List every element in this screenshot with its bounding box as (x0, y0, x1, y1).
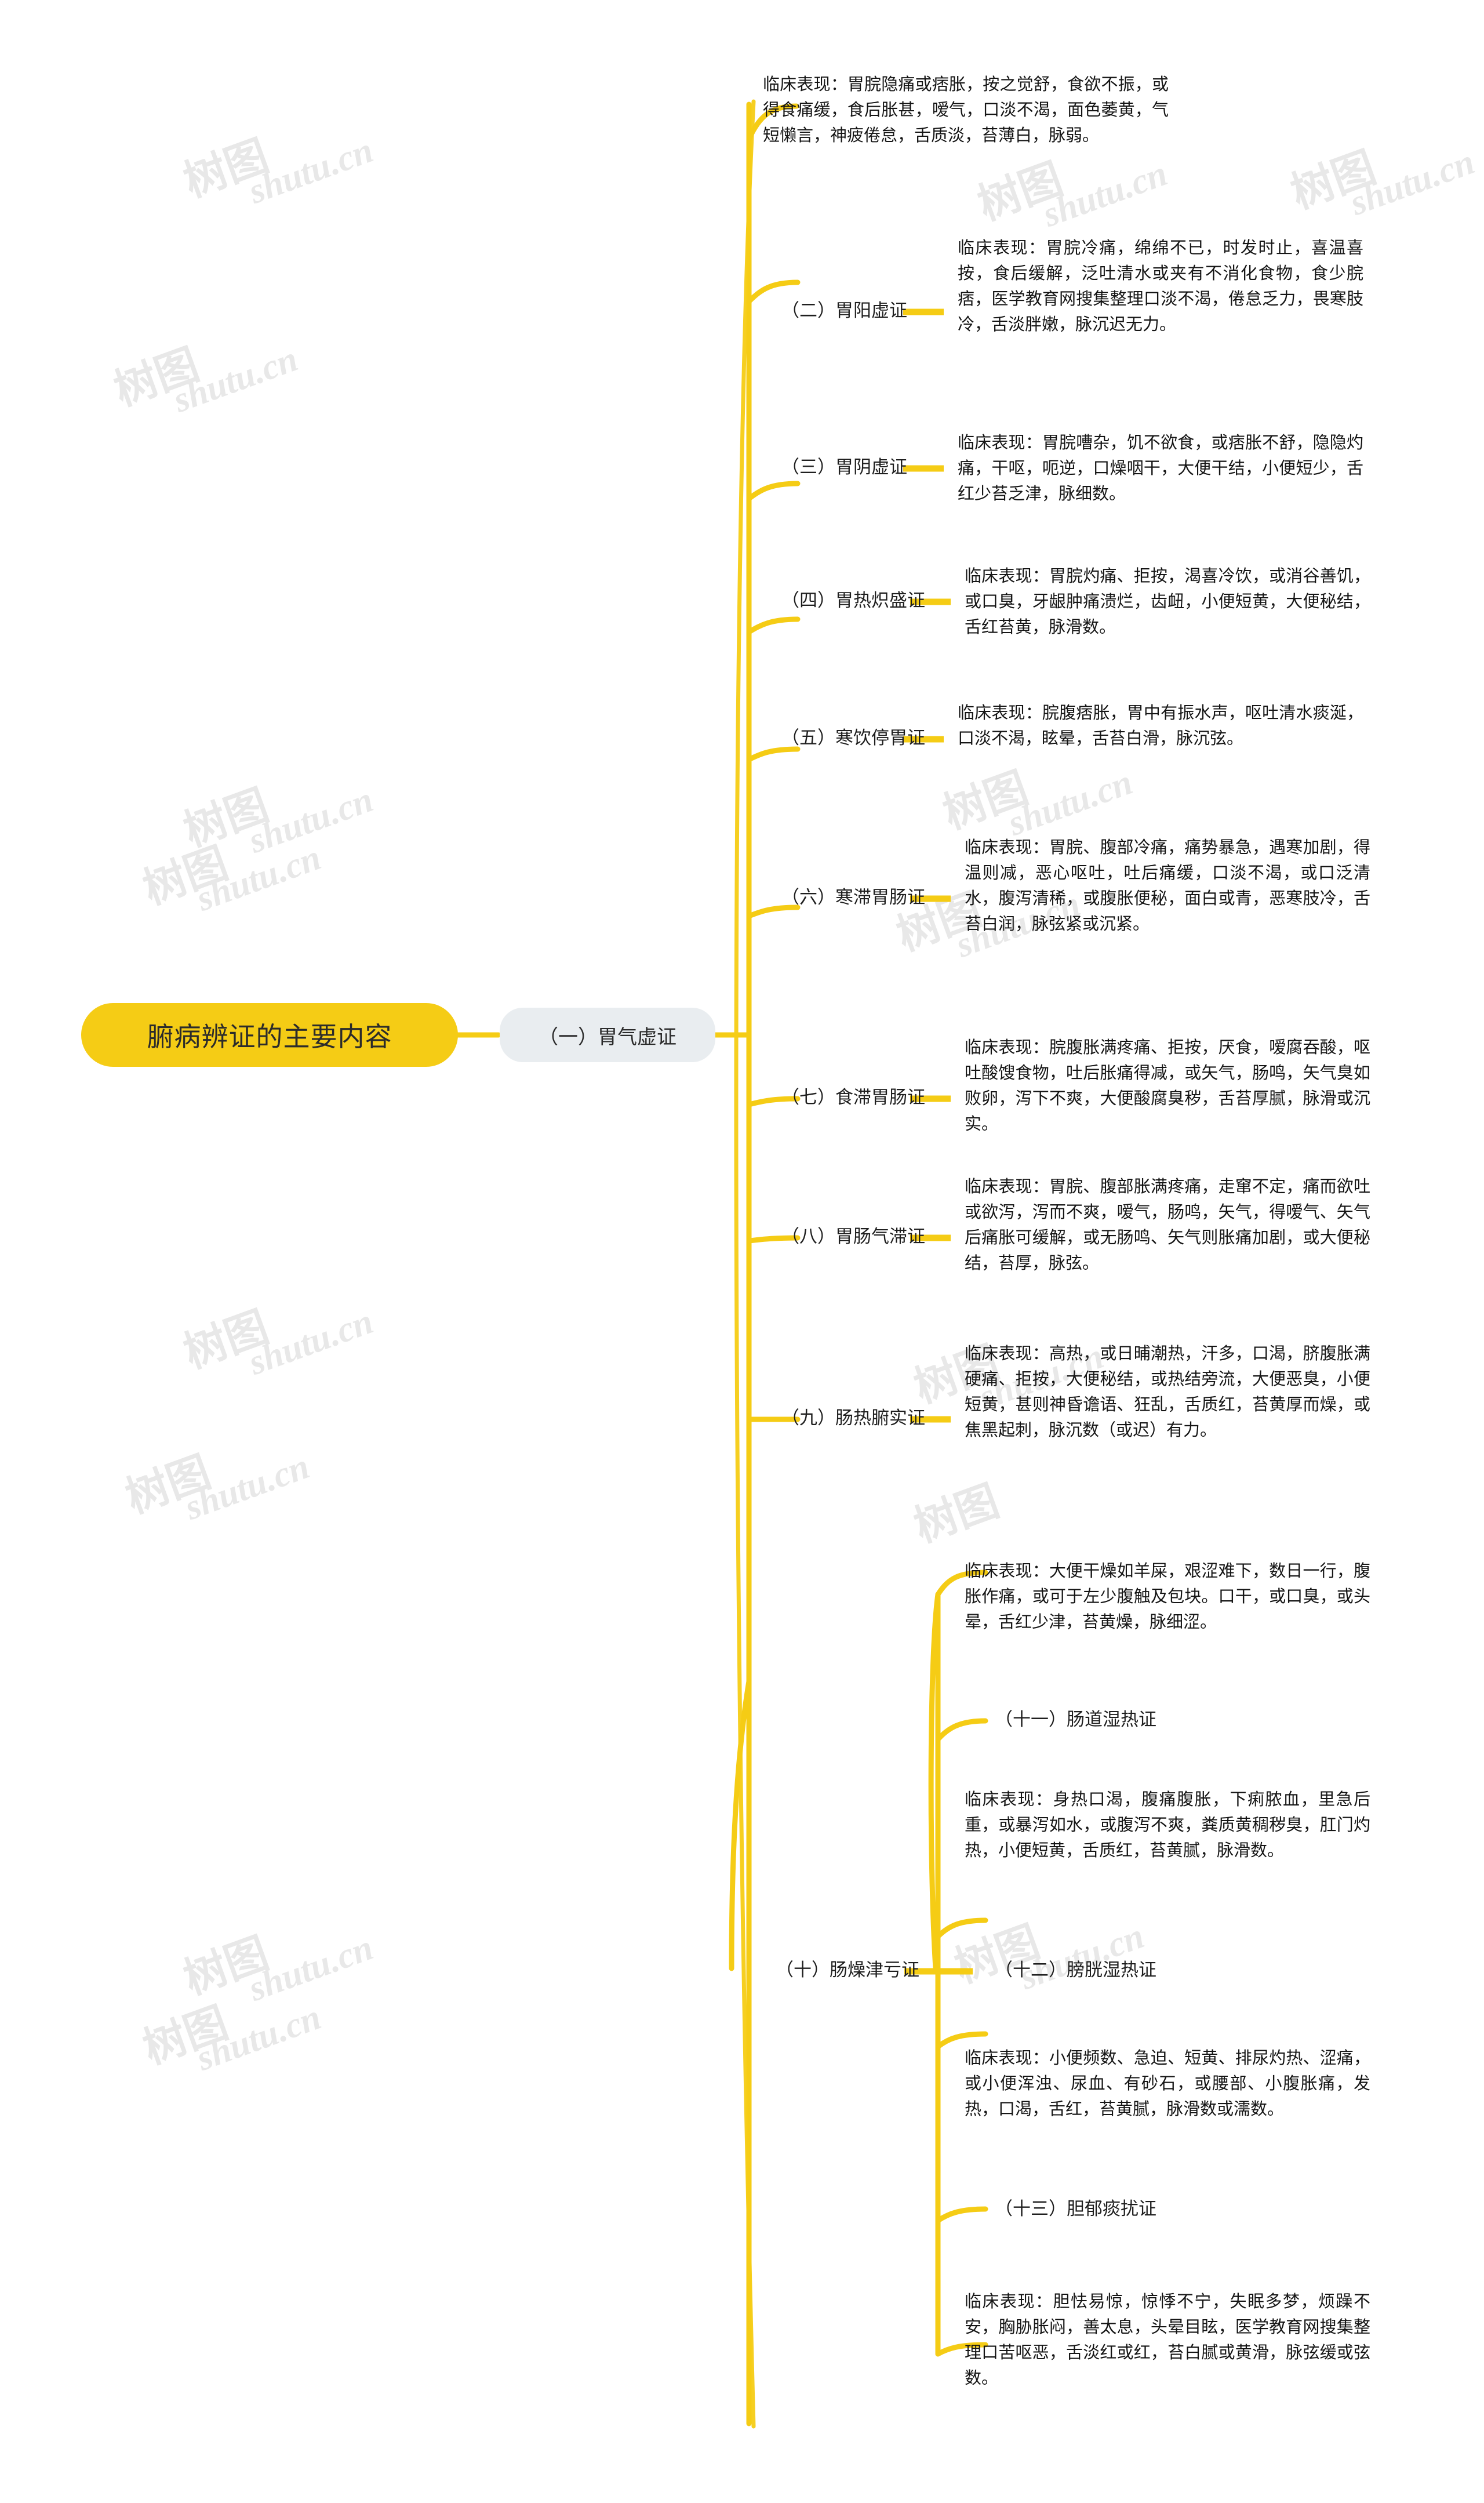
clinical-text-9: 临床表现：高热，或日晡潮热，汗多，口渴，脐腹胀满硬痛、拒按，大便秘结，或热结旁流… (965, 1345, 1370, 1440)
watermark: shutu.cn (1038, 153, 1173, 235)
clinical-text-11: 临床表现：身热口渴，腹痛腹胀，下痢脓血，里急后重，或暴泻如水，或腹泻不爽，粪质黄… (965, 1790, 1370, 1861)
clinical-text-13: 临床表现：胆怯易惊，惊悸不宁，失眠多梦，烦躁不安，胸胁胀闷，善太息，头晕目眩，医… (965, 2293, 1370, 2388)
clinical-text-3: 临床表现：胃脘嘈杂，饥不欲食，或痞胀不舒，隐隐灼痛，干呕，呃逆，口燥咽干，大便干… (958, 434, 1363, 504)
watermark: 树图 (119, 1448, 217, 1523)
clinical-text-2: 临床表现：胃脘冷痛，绵绵不已，时发时止，喜温喜按，食后缓解，泛吐清水或夹有不消化… (958, 239, 1363, 335)
watermark: shutu.cn (168, 339, 303, 420)
clinical-text-6: 临床表现：胃脘、腹部冷痛，痛势暴急，遇寒加剧，得温则减，恶心呕吐，吐后痛缓，口淡… (965, 838, 1370, 934)
mindmap-canvas: 树图 shutu.cn 树图 shutu.cn 树图 shutu.cn 树图 s… (0, 0, 1484, 2503)
branch-label-11[interactable]: （十一）肠道湿热证 (995, 1708, 1156, 1731)
level2-node-stomach-qi-deficiency[interactable]: （一）胃气虚证 (500, 1008, 715, 1062)
clinical-text-10: 临床表现：大便干燥如羊屎，艰涩难下，数日一行，腹胀作痛，或可于左少腹触及包块。口… (965, 1562, 1370, 1632)
branch-label-8[interactable]: （八）胃肠气滞证 (781, 1225, 925, 1248)
watermark: shutu.cn (180, 1446, 315, 1528)
watermark: 树图 (137, 840, 234, 914)
watermark: shutu.cn (243, 1301, 379, 1383)
branch-label-6[interactable]: （六）寒滞胃肠证 (781, 886, 925, 909)
watermark: shutu.cn (1014, 1916, 1150, 1997)
clinical-text-8: 临床表现：胃脘、腹部胀满疼痛，走窜不定，痛而欲吐或欲泻，泻而不爽，嗳气，肠鸣，矢… (965, 1178, 1370, 1273)
watermark: shutu.cn (243, 130, 379, 212)
branch-label-12[interactable]: （十二）膀胱湿热证 (995, 1959, 1156, 1982)
watermark: 树图 (137, 1999, 234, 2073)
watermark: shutu.cn (191, 1997, 326, 2079)
clinical-text-1: 临床表现：胃脘隐痛或痞胀，按之觉舒，食欲不振，或得食痛缓，食后胀甚，嗳气，口淡不… (763, 75, 1169, 146)
watermark: 树图 (177, 1930, 275, 2004)
watermark: 树图 (177, 782, 275, 856)
watermark: 树图 (177, 132, 275, 206)
watermark: 树图 (1285, 144, 1382, 218)
clinical-text-12: 临床表现：小便频数、急迫、短黄、排尿灼热、涩痛，或小便浑浊、尿血、有砂石，或腰部… (965, 2049, 1370, 2119)
branch-label-7[interactable]: （七）食滞胃肠证 (781, 1086, 925, 1109)
root-node-label: 腑病辨证的主要内容 (147, 1022, 392, 1052)
branch-label-3[interactable]: （三）胃阴虚证 (781, 456, 907, 479)
watermark: shutu.cn (1345, 141, 1480, 223)
branch-label-10[interactable]: （十）肠燥津亏证 (776, 1959, 919, 1982)
watermark: 树图 (108, 341, 205, 415)
watermark: 树图 (972, 155, 1069, 230)
watermark: shutu.cn (243, 779, 379, 861)
watermark: shutu.cn (191, 837, 326, 919)
watermark: 树图 (937, 764, 1034, 838)
watermark: shutu.cn (243, 1927, 379, 2009)
clinical-text-5: 临床表现：脘腹痞胀，胃中有振水声，呕吐清水痰涎，口淡不渴，眩晕，舌苔白滑，脉沉弦… (958, 704, 1363, 749)
watermark: shutu.cn (1003, 762, 1138, 844)
branch-label-4[interactable]: （四）胃热炽盛证 (781, 589, 925, 612)
watermark: 树图 (177, 1303, 275, 1378)
watermark: 树图 (908, 1477, 1005, 1552)
branch-label-5[interactable]: （五）寒饮停胃证 (781, 726, 925, 750)
clinical-text-7: 临床表现：脘腹胀满疼痛、拒按，厌食，嗳腐吞酸，呕吐酸馊食物，吐后胀痛得减，或矢气… (965, 1038, 1370, 1134)
branch-label-13[interactable]: （十三）胆郁痰扰证 (995, 2197, 1156, 2221)
level2-node-label: （一）胃气虚证 (539, 1026, 676, 1048)
clinical-text-4: 临床表现：胃脘灼痛、拒按，渴喜冷饮，或消谷善饥，或口臭，牙龈肿痛溃烂，齿衄，小便… (965, 567, 1370, 637)
branch-label-2[interactable]: （二）胃阳虚证 (781, 299, 907, 322)
root-node[interactable]: 腑病辨证的主要内容 (81, 1003, 458, 1067)
branch-label-9[interactable]: （九）肠热腑实证 (781, 1407, 925, 1430)
